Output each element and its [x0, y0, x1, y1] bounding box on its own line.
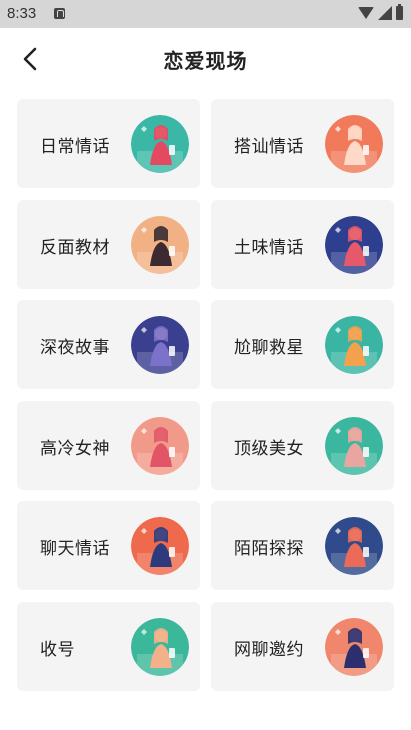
category-card-label: 尬聊救星 [234, 338, 304, 358]
category-card-label: 顶级美女 [234, 439, 304, 459]
category-card-label: 高冷女神 [40, 439, 110, 459]
category-card[interactable]: 收号 [17, 602, 200, 691]
wifi-icon [358, 7, 374, 19]
category-card-label: 网聊邀约 [234, 640, 304, 660]
category-illustration-icon [325, 115, 383, 173]
category-card[interactable]: 聊天情话 [17, 501, 200, 590]
category-illustration-icon [131, 417, 189, 475]
category-card-label: 搭讪情话 [234, 137, 304, 157]
title-bar: 恋爱现场 [0, 28, 411, 90]
category-card[interactable]: 陌陌探探 [211, 501, 394, 590]
category-card[interactable]: 搭讪情话 [211, 99, 394, 188]
category-illustration-icon [325, 417, 383, 475]
category-card-label: 陌陌探探 [234, 539, 304, 559]
notification-a-icon [54, 8, 65, 19]
status-time: 8:33 [7, 5, 37, 22]
category-card-label: 聊天情话 [40, 539, 110, 559]
category-card-label: 深夜故事 [40, 338, 110, 358]
category-card-label: 日常情话 [40, 137, 110, 157]
category-illustration-icon [131, 517, 189, 575]
category-card[interactable]: 土味情话 [211, 200, 394, 289]
category-card[interactable]: 顶级美女 [211, 401, 394, 490]
category-illustration-icon [131, 115, 189, 173]
category-illustration-icon [325, 216, 383, 274]
category-card[interactable]: 高冷女神 [17, 401, 200, 490]
category-illustration-icon [131, 618, 189, 676]
category-illustration-icon [325, 618, 383, 676]
category-card-label: 反面教材 [40, 238, 110, 258]
signal-icon [378, 6, 392, 20]
category-illustration-icon [131, 216, 189, 274]
category-card[interactable]: 深夜故事 [17, 300, 200, 389]
category-card[interactable]: 尬聊救星 [211, 300, 394, 389]
page-title: 恋爱现场 [163, 49, 248, 73]
bottom-edge [0, 706, 411, 730]
category-card[interactable]: 日常情话 [17, 99, 200, 188]
category-card[interactable]: 反面教材 [17, 200, 200, 289]
category-card[interactable]: 网聊邀约 [211, 602, 394, 691]
category-card-label: 土味情话 [234, 238, 304, 258]
category-illustration-icon [325, 517, 383, 575]
battery-icon [396, 4, 403, 20]
category-card-label: 收号 [40, 640, 75, 660]
category-illustration-icon [325, 316, 383, 374]
status-icons [358, 4, 403, 20]
category-illustration-icon [131, 316, 189, 374]
status-bar: 8:33 [0, 0, 411, 28]
